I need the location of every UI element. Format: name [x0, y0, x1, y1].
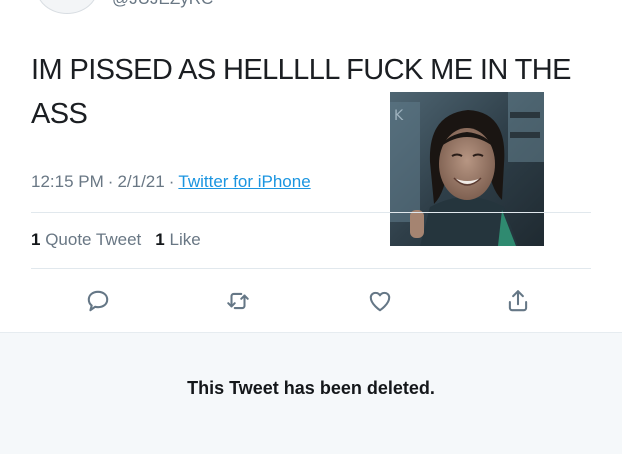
retweet-icon: [227, 292, 249, 310]
like-count: 1: [155, 230, 165, 249]
tweet-stats: 1 Quote Tweet 1 Like: [31, 228, 201, 252]
reply-icon: [87, 290, 109, 312]
deleted-tweet-notice: This Tweet has been deleted.: [187, 378, 435, 398]
divider: [31, 212, 591, 213]
quote-tweet-stat[interactable]: 1 Quote Tweet: [31, 230, 141, 249]
divider: [31, 268, 591, 269]
like-button[interactable]: [362, 283, 398, 319]
share-icon: [508, 290, 528, 312]
quote-count: 1: [31, 230, 41, 249]
like-stat[interactable]: 1 Like: [155, 230, 200, 249]
user-handle[interactable]: @JUJEZyRC: [112, 0, 213, 9]
heart-icon: [369, 291, 391, 312]
action-bar: [0, 283, 622, 319]
meta-separator: ·: [107, 172, 114, 191]
tweet-date: 2/1/21: [117, 172, 165, 191]
share-button[interactable]: [500, 283, 536, 319]
like-label: Like: [169, 230, 201, 249]
reaction-photo: K: [390, 92, 544, 246]
avatar[interactable]: [36, 0, 98, 14]
deleted-tweet-panel: This Tweet has been deleted.: [0, 332, 622, 454]
tweet-time: 12:15 PM: [31, 172, 104, 191]
reply-button[interactable]: [80, 283, 116, 319]
svg-text:K: K: [394, 108, 404, 124]
meta-separator: ·: [168, 172, 175, 191]
quote-label: Quote Tweet: [45, 230, 142, 249]
tweet-source-link[interactable]: Twitter for iPhone: [178, 172, 310, 191]
retweet-button[interactable]: [220, 283, 256, 319]
tweet-timestamp: 12:15 PM · 2/1/21 · Twitter for iPhone: [31, 170, 311, 194]
